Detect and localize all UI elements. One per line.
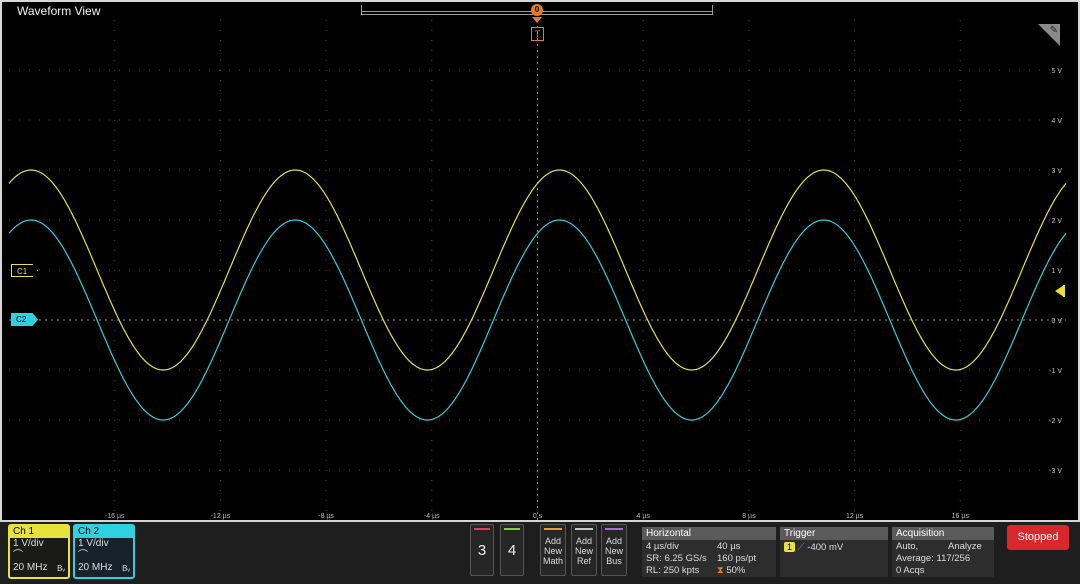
x-tick-label: 16 µs (952, 513, 970, 520)
graticule: 5 V 4 V 3 V 2 V 1 V 0 V -1 V -2 V -3 V -16 µs -12… (8, 20, 1067, 520)
sample-rate: SR: 6.25 GS/s (646, 553, 707, 564)
delay-icon: ⧗ (717, 565, 724, 576)
trigger-panel[interactable]: Trigger 1 ⟋ -400 mV (780, 527, 888, 577)
acquisition-analyze: Analyze (948, 541, 982, 552)
ch2-offset-handle[interactable]: C2 (11, 313, 38, 326)
horizontal-panel[interactable]: Horizontal 4 µs/div 40 µs SR: 6.25 GS/s … (642, 527, 776, 577)
acquisition-count: 0 Acqs (896, 565, 925, 576)
x-tick-label: -8 µs (318, 513, 334, 520)
x-tick-label: 12 µs (846, 513, 864, 520)
trigger-title: Trigger (780, 527, 888, 540)
ch2-coupling-icon: ⌒ (78, 550, 88, 561)
x-tick-label: -4 µs (424, 513, 440, 520)
acquisition-average: Average: 117/256 (896, 553, 971, 564)
x-tick-label: 4 µs (637, 513, 651, 520)
rising-edge-icon: ⟋ (797, 542, 805, 553)
add-new-ref-button[interactable]: Add New Ref (571, 524, 597, 576)
ch4-button[interactable]: 4 (500, 524, 524, 576)
horizontal-delay: ⧗ 50% (717, 565, 746, 576)
trigger-level: -400 mV (807, 542, 844, 553)
settings-bar: Ch 1 1 V/div ⌒ 20 MHz Bᵥ Ch 2 1 V/div ⌒ … (0, 522, 1080, 584)
x-tick-label: -12 µs (211, 513, 231, 520)
ch2-bw-limit-icon: Bᵥ (122, 564, 130, 573)
y-tick-label: 2 V (1051, 218, 1062, 225)
record-length: RL: 250 kpts (646, 565, 700, 576)
y-tick-label: -3 V (1049, 468, 1062, 475)
ch2-badge[interactable]: Ch 2 1 V/div ⌒ 20 MHz Bᵥ (73, 524, 135, 579)
y-tick-label: 4 V (1051, 118, 1062, 125)
waveform-view[interactable]: Waveform View 0 T ✎ 5 V4 V3 V2 V1 V0 V-1… (0, 0, 1080, 522)
x-axis-labels: -16 µs -12 µs -8 µs -4 µs 0 s 4 µs 8 µs 12 µs 16… (105, 513, 970, 520)
horizontal-position: 40 µs (717, 541, 741, 552)
add-new-math-button[interactable]: Add New Math (540, 524, 566, 576)
ch3-button[interactable]: 3 (470, 524, 494, 576)
ch1-offset-handle[interactable]: C1 (11, 264, 38, 277)
x-tick-label: -16 µs (105, 513, 125, 520)
ch1-coupling-icon: ⌒ (13, 550, 23, 561)
ch1-scale: 1 V/div (13, 538, 44, 549)
run-stop-button[interactable]: Stopped (1007, 525, 1069, 550)
add-new-bus-button[interactable]: Add New Bus (601, 524, 627, 576)
graticule-grid (9, 20, 1066, 520)
horizontal-scale: 4 µs/div (646, 541, 679, 552)
y-tick-label: 5 V (1051, 68, 1062, 75)
acquisition-panel[interactable]: Acquisition Auto, Analyze Average: 117/2… (892, 527, 994, 577)
horizontal-title: Horizontal (642, 527, 776, 540)
ch1-badge[interactable]: Ch 1 1 V/div ⌒ 20 MHz Bᵥ (8, 524, 70, 579)
x-tick-label: 8 µs (742, 513, 756, 520)
time-resolution: 160 ps/pt (717, 553, 757, 564)
ch2-scale: 1 V/div (78, 538, 109, 549)
trigger-level-bar (1063, 285, 1065, 297)
trigger-source: 1 (784, 542, 796, 552)
y-axis-labels: 5 V 4 V 3 V 2 V 1 V 0 V -1 V -2 V -3 V (1049, 68, 1062, 475)
ch2-badge-title: Ch 2 (75, 526, 133, 538)
ch1-badge-title: Ch 1 (10, 526, 68, 538)
acquisition-mode: Auto, (896, 541, 919, 552)
y-tick-label: -1 V (1049, 368, 1062, 375)
y-tick-label: -2 V (1049, 418, 1062, 425)
y-tick-label: 1 V (1051, 268, 1062, 275)
ch1-bw-limit-icon: Bᵥ (57, 564, 65, 573)
acquisition-title: Acquisition (892, 527, 994, 540)
y-tick-label: 3 V (1051, 168, 1062, 175)
y-tick-label: 0 V (1051, 318, 1062, 325)
x-tick-label: 0 s (533, 513, 543, 520)
